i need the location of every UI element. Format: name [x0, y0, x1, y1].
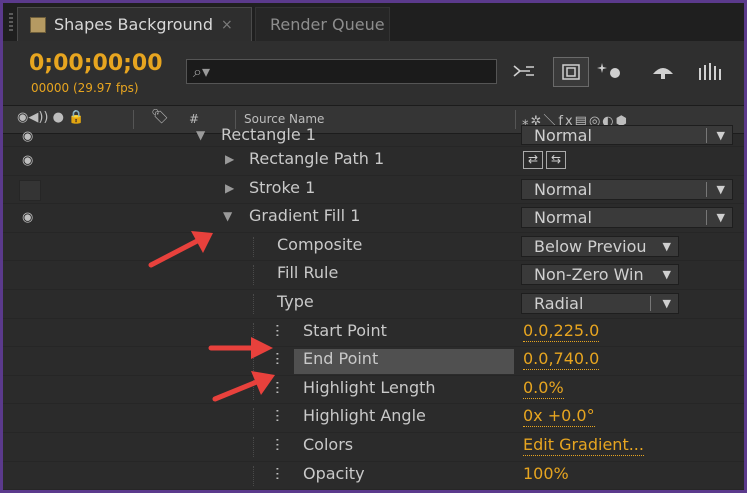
close-icon[interactable]: ×	[221, 17, 233, 33]
composite-value: Below Previou	[534, 236, 647, 256]
property-row[interactable]: ⵗ Highlight Angle 0x +0.0°	[3, 404, 744, 433]
property-row[interactable]: ⵗ Highlight Length 0.0%	[3, 376, 744, 405]
tab-render-queue[interactable]: Render Queue	[255, 7, 390, 41]
fill-rule-select[interactable]: Non-Zero Win ▼	[521, 264, 679, 286]
property-row[interactable]: Composite Below Previou ▼	[3, 233, 744, 262]
timeline-panel: Shapes Background × Render Queue 0;00;00…	[3, 3, 744, 490]
stopwatch-icon[interactable]: ⵗ	[275, 436, 280, 454]
gradient-type-value: Radial	[534, 293, 584, 313]
property-row[interactable]: ⵗ Colors Edit Gradient...	[3, 433, 744, 462]
comp-swatch-icon	[30, 16, 46, 33]
layer-row[interactable]: ◉ ▼ Gradient Fill 1 Normal ▼	[3, 204, 744, 233]
search-icon: ⌕▾	[193, 62, 210, 81]
property-name: End Point	[303, 349, 379, 369]
expand-down-icon[interactable]: ▼	[223, 209, 232, 223]
property-name: Colors	[303, 434, 354, 454]
property-name: Start Point	[303, 320, 387, 340]
annotation-arrow-icon	[208, 337, 273, 359]
path-direction-icons[interactable]: ⇄ ⇆	[523, 151, 569, 169]
property-name: Fill Rule	[277, 263, 339, 283]
tab-label: Render Queue	[270, 15, 385, 34]
property-row[interactable]: Fill Rule Non-Zero Win ▼	[3, 261, 744, 290]
end-point-value[interactable]: 0.0,740.0	[523, 349, 600, 371]
blend-mode-value: Normal	[534, 208, 592, 228]
highlight-length-value[interactable]: 0.0%	[523, 378, 564, 399]
label-tag-icon: 🏷	[151, 109, 169, 125]
opacity-value[interactable]: 100%	[523, 464, 569, 484]
comp-mini-flowchart-icon[interactable]	[510, 57, 540, 85]
blend-mode-value: Normal	[534, 179, 592, 199]
chevron-down-icon: ▼	[662, 268, 671, 282]
stopwatch-icon[interactable]: ⵗ	[275, 465, 280, 483]
edit-gradient-link[interactable]: Edit Gradient...	[523, 435, 644, 456]
motion-blur-icon[interactable]	[695, 57, 725, 85]
fill-rule-value: Non-Zero Win	[534, 265, 644, 285]
chevron-down-icon: ▼	[716, 182, 725, 196]
layer-name: Rectangle 1	[221, 125, 316, 144]
tab-label: Shapes Background	[54, 15, 213, 34]
panel-grip[interactable]	[9, 13, 13, 31]
property-name: Opacity	[303, 463, 365, 483]
layer-row[interactable]: ◉ ▶ Rectangle Path 1 ⇄ ⇆	[3, 147, 744, 176]
eye-toggle-empty[interactable]	[19, 179, 41, 201]
column-hash: #	[189, 112, 200, 126]
gradient-type-select[interactable]: Radial ▼	[521, 292, 679, 314]
layer-name: Rectangle Path 1	[249, 149, 385, 168]
property-name: Highlight Angle	[303, 406, 426, 426]
highlight-angle-value[interactable]: 0x +0.0°	[523, 406, 595, 428]
property-row[interactable]: Type Radial ▼	[3, 290, 744, 319]
frame-rate-display: 00000 (29.97 fps)	[31, 81, 139, 95]
draft-3d-icon[interactable]	[553, 57, 589, 87]
tab-bar: Shapes Background × Render Queue	[3, 3, 744, 41]
eye-icon[interactable]: ◉	[22, 129, 33, 144]
annotation-arrow-icon	[212, 371, 275, 402]
expand-right-icon[interactable]: ▶	[225, 152, 234, 166]
tab-shapes-background[interactable]: Shapes Background ×	[17, 7, 252, 41]
eye-icon[interactable]: ◉	[22, 210, 33, 225]
blend-mode-select[interactable]: Normal ▼	[521, 125, 733, 145]
chevron-down-icon: ▼	[716, 129, 725, 142]
stopwatch-icon[interactable]: ⵗ	[275, 407, 280, 425]
layer-name: Stroke 1	[249, 177, 316, 197]
blend-mode-select[interactable]: Normal ▼	[521, 207, 733, 229]
timeline-header: 0;00;00;00 00000 (29.97 fps) ⌕▾	[3, 41, 744, 106]
property-row-selected[interactable]: ⵗ End Point 0.0,740.0	[3, 347, 744, 376]
av-features-icons: ◉◀)) ● 🔒	[17, 110, 85, 125]
hide-shy-layers-icon[interactable]	[595, 57, 625, 85]
property-row[interactable]: ⵗ Opacity 100%	[3, 462, 744, 490]
start-point-value[interactable]: 0.0,225.0	[523, 321, 600, 342]
blend-mode-value: Normal	[534, 126, 592, 145]
current-time-display[interactable]: 0;00;00;00	[29, 51, 163, 76]
layer-list: ◉ ▼ Rectangle 1 Normal ▼ ◉ ▶ Rectangle P…	[3, 125, 744, 490]
search-input[interactable]: ⌕▾	[186, 59, 497, 84]
chevron-down-icon: ▼	[662, 296, 671, 310]
chevron-down-icon: ▼	[716, 211, 725, 225]
annotation-arrow-icon	[148, 231, 213, 268]
column-source-name[interactable]: Source Name	[244, 112, 324, 126]
chevron-down-icon: ▼	[662, 239, 671, 253]
composite-select[interactable]: Below Previou ▼	[521, 235, 679, 257]
property-name: Composite	[277, 234, 363, 254]
layer-row[interactable]: ▶ Stroke 1 Normal ▼	[3, 176, 744, 205]
blend-mode-select[interactable]: Normal ▼	[521, 178, 733, 200]
property-name: Highlight Length	[303, 377, 436, 397]
property-name: Type	[277, 291, 314, 311]
expand-down-icon[interactable]: ▼	[196, 128, 205, 142]
layer-name: Gradient Fill 1	[249, 206, 361, 226]
frame-blending-icon[interactable]	[648, 57, 678, 85]
eye-icon[interactable]: ◉	[22, 153, 33, 168]
expand-right-icon[interactable]: ▶	[225, 181, 234, 195]
layer-row[interactable]: ◉ ▼ Rectangle 1 Normal ▼	[3, 125, 744, 147]
property-row[interactable]: ⵗ Start Point 0.0,225.0	[3, 319, 744, 348]
